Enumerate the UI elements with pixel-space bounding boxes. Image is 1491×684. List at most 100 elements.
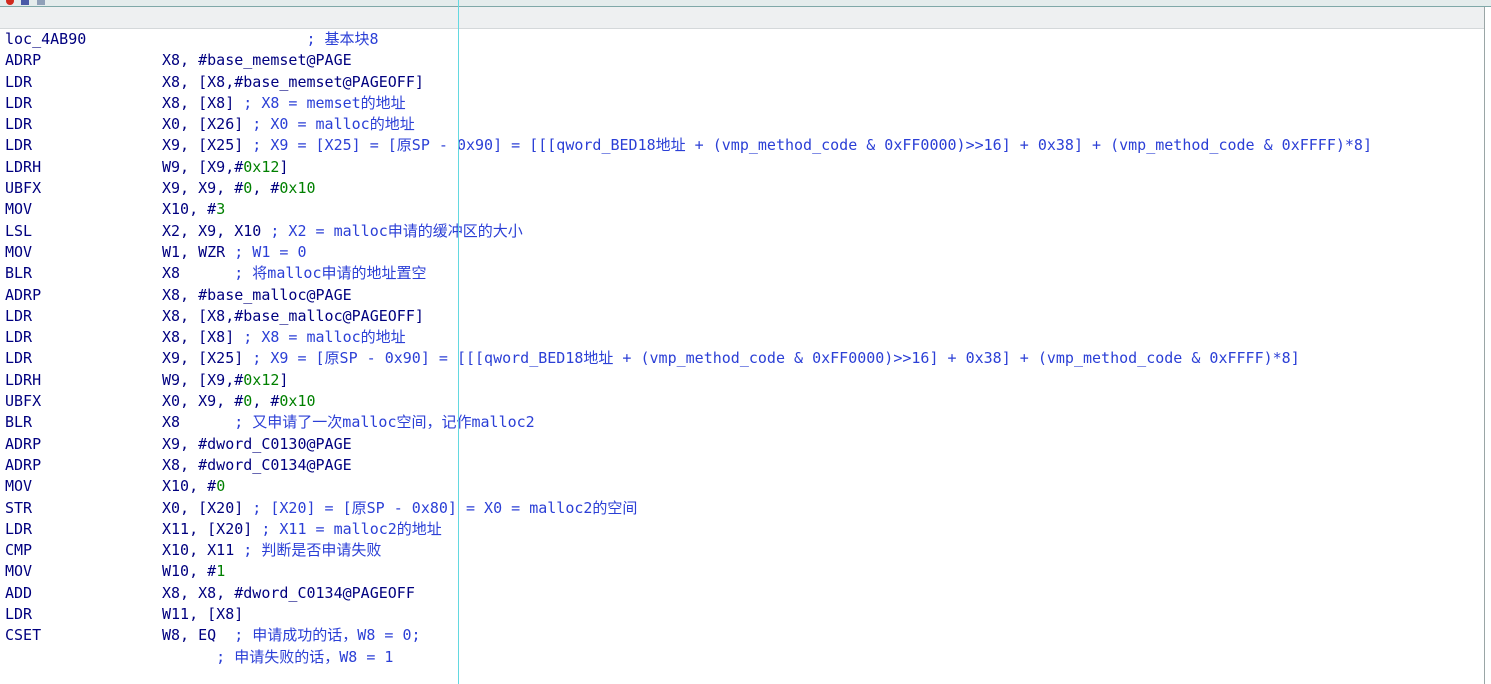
instruction-operands[interactable]: X10, X11 ; 判断是否申请失败 bbox=[162, 540, 381, 561]
operand-text: X9, # bbox=[162, 434, 208, 453]
operand-text: X8, # bbox=[162, 455, 208, 474]
symbol-reference[interactable]: dword_C0134@PAGE bbox=[207, 456, 352, 474]
operand-text: W8, EQ bbox=[162, 626, 217, 645]
symbol-reference[interactable]: dword_C0130@PAGE bbox=[207, 435, 352, 453]
operand-text: X8, # bbox=[162, 51, 208, 70]
instruction-operands[interactable]: X8, [X8] ; X8 = malloc的地址 bbox=[162, 327, 406, 348]
instruction-operands[interactable]: X2, X9, X10 ; X2 = malloc申请的缓冲区的大小 bbox=[162, 221, 523, 242]
comment-text: ; X9 = [原SP - 0x90] = [[[qword_BED18地址 +… bbox=[243, 349, 1300, 368]
instruction-operands[interactable]: X0, [X26] ; X0 = malloc的地址 bbox=[162, 114, 415, 135]
operand-text: X0, [X26] bbox=[162, 115, 244, 134]
instruction-operands[interactable]: W10, #1 bbox=[162, 561, 225, 582]
instruction-mnemonic[interactable]: UBFX bbox=[5, 178, 41, 199]
operand-text: ] bbox=[414, 306, 424, 325]
comment-text: ; X8 = memset的地址 bbox=[234, 93, 406, 112]
instruction-mnemonic[interactable]: MOV bbox=[5, 476, 32, 497]
instruction-mnemonic[interactable]: BLR bbox=[5, 412, 32, 433]
instruction-operands[interactable]: X8, X8, #dword_C0134@PAGEOFF bbox=[162, 583, 415, 604]
instruction-operands[interactable]: X8 ; 将malloc申请的地址置空 bbox=[162, 263, 427, 284]
instruction-mnemonic[interactable]: MOV bbox=[5, 561, 32, 582]
immediate-value: 0 bbox=[216, 477, 226, 496]
instruction-operands[interactable]: W1, WZR ; W1 = 0 bbox=[162, 242, 307, 263]
vertical-scrollbar-edge[interactable] bbox=[1484, 7, 1485, 684]
instruction-mnemonic[interactable]: MOV bbox=[5, 199, 32, 220]
instruction-mnemonic[interactable]: LDR bbox=[5, 72, 32, 93]
symbol-reference[interactable]: base_memset@PAGEOFF bbox=[243, 73, 415, 91]
instruction-mnemonic[interactable]: LDR bbox=[5, 135, 32, 156]
instruction-mnemonic[interactable]: ADRP bbox=[5, 50, 41, 71]
column-cursor-line bbox=[458, 0, 459, 684]
comment-text: ; X2 = malloc申请的缓冲区的大小 bbox=[261, 221, 523, 240]
symbol-reference[interactable]: dword_C0134@PAGEOFF bbox=[243, 584, 415, 602]
operand-text: X9, X9, # bbox=[162, 179, 244, 198]
instruction-mnemonic[interactable]: LSL bbox=[5, 221, 32, 242]
symbol-reference[interactable]: base_memset@PAGE bbox=[207, 51, 352, 69]
instruction-operands[interactable]: X9, [X25] ; X9 = [X25] = [原SP - 0x90] = … bbox=[162, 135, 1372, 156]
instruction-mnemonic[interactable]: LDRH bbox=[5, 157, 41, 178]
operand-text: X8, # bbox=[162, 285, 208, 304]
instruction-operands[interactable]: ; 基本块8 bbox=[162, 29, 378, 50]
instruction-operands[interactable]: W11, [X8] bbox=[162, 604, 243, 625]
instruction-mnemonic[interactable]: CMP bbox=[5, 540, 32, 561]
instruction-operands[interactable]: X8, #dword_C0134@PAGE bbox=[162, 455, 352, 476]
instruction-operands[interactable]: W9, [X9,#0x12] bbox=[162, 157, 288, 178]
operand-text: X10, # bbox=[162, 477, 217, 496]
instruction-mnemonic[interactable]: ADD bbox=[5, 583, 32, 604]
location-label[interactable]: loc_4AB90 bbox=[5, 29, 86, 50]
instruction-mnemonic[interactable]: CSET bbox=[5, 625, 41, 646]
page-icon[interactable] bbox=[37, 0, 45, 5]
instruction-operands[interactable]: X8, [X8,#base_memset@PAGEOFF] bbox=[162, 72, 424, 93]
symbol-reference[interactable]: base_malloc@PAGEOFF bbox=[243, 307, 415, 325]
instruction-operands[interactable]: X8, #base_memset@PAGE bbox=[162, 50, 352, 71]
operand-text: W10, # bbox=[162, 562, 217, 581]
instruction-operands[interactable]: X9, [X25] ; X9 = [原SP - 0x90] = [[[qword… bbox=[162, 348, 1300, 369]
instruction-operands[interactable]: X10, #3 bbox=[162, 199, 225, 220]
instruction-operands[interactable]: X11, [X20] ; X11 = malloc2的地址 bbox=[162, 519, 442, 540]
instruction-mnemonic[interactable]: BLR bbox=[5, 263, 32, 284]
instruction-mnemonic[interactable]: ADRP bbox=[5, 285, 41, 306]
comment-text: ; X0 = malloc的地址 bbox=[243, 115, 415, 134]
immediate-value: 0 bbox=[243, 179, 253, 198]
instruction-operands[interactable]: X9, X9, #0, #0x10 bbox=[162, 178, 316, 199]
instruction-operands[interactable]: X0, [X20] ; [X20] = [原SP - 0x80] = X0 = … bbox=[162, 498, 637, 519]
comment-text: ; 判断是否申请失败 bbox=[234, 541, 382, 560]
close-icon[interactable] bbox=[6, 0, 14, 5]
operand-text: X10, # bbox=[162, 200, 217, 219]
instruction-operands[interactable]: X10, #0 bbox=[162, 476, 225, 497]
comment-text: ; W1 = 0 bbox=[225, 242, 307, 261]
instruction-mnemonic[interactable]: LDR bbox=[5, 519, 32, 540]
instruction-operands[interactable]: ; 申请失败的话，W8 = 1 bbox=[162, 647, 393, 668]
operand-text: X8, [X8,# bbox=[162, 72, 244, 91]
instruction-operands[interactable]: X8, [X8] ; X8 = memset的地址 bbox=[162, 93, 406, 114]
instruction-operands[interactable]: W8, EQ ; 申请成功的话，W8 = 0; bbox=[162, 625, 421, 646]
instruction-mnemonic[interactable]: LDRH bbox=[5, 370, 41, 391]
instruction-operands[interactable]: X8, #base_malloc@PAGE bbox=[162, 285, 352, 306]
immediate-value: 0x12 bbox=[243, 157, 280, 176]
instruction-mnemonic[interactable]: ADRP bbox=[5, 455, 41, 476]
instruction-mnemonic[interactable]: MOV bbox=[5, 242, 32, 263]
operand-text: W9, [X9,# bbox=[162, 157, 244, 176]
instruction-mnemonic[interactable]: LDR bbox=[5, 93, 32, 114]
instruction-operands[interactable]: X8, [X8,#base_malloc@PAGEOFF] bbox=[162, 306, 424, 327]
instruction-operands[interactable]: W9, [X9,#0x12] bbox=[162, 370, 288, 391]
instruction-mnemonic[interactable]: LDR bbox=[5, 348, 32, 369]
operand-text: X0, X9, # bbox=[162, 392, 244, 411]
instruction-mnemonic[interactable]: LDR bbox=[5, 604, 32, 625]
instruction-mnemonic[interactable]: LDR bbox=[5, 114, 32, 135]
instruction-operands[interactable]: X8 ; 又申请了一次malloc空间，记作malloc2 bbox=[162, 412, 535, 433]
listing-header-strip bbox=[0, 7, 1484, 29]
instruction-mnemonic[interactable]: STR bbox=[5, 498, 32, 519]
immediate-value: 1 bbox=[216, 562, 226, 581]
operand-text: X10, X11 bbox=[162, 541, 235, 560]
symbol-reference[interactable]: base_malloc@PAGE bbox=[207, 286, 352, 304]
immediate-value: 0x12 bbox=[243, 370, 280, 389]
window-icon[interactable] bbox=[21, 0, 29, 5]
instruction-operands[interactable]: X9, #dword_C0130@PAGE bbox=[162, 434, 352, 455]
instruction-mnemonic[interactable]: ADRP bbox=[5, 434, 41, 455]
instruction-mnemonic[interactable]: LDR bbox=[5, 306, 32, 327]
instruction-mnemonic[interactable]: LDR bbox=[5, 327, 32, 348]
operand-text: W9, [X9,# bbox=[162, 370, 244, 389]
instruction-mnemonic[interactable]: UBFX bbox=[5, 391, 41, 412]
instruction-operands[interactable]: X0, X9, #0, #0x10 bbox=[162, 391, 316, 412]
operand-text: X8 bbox=[162, 413, 181, 432]
